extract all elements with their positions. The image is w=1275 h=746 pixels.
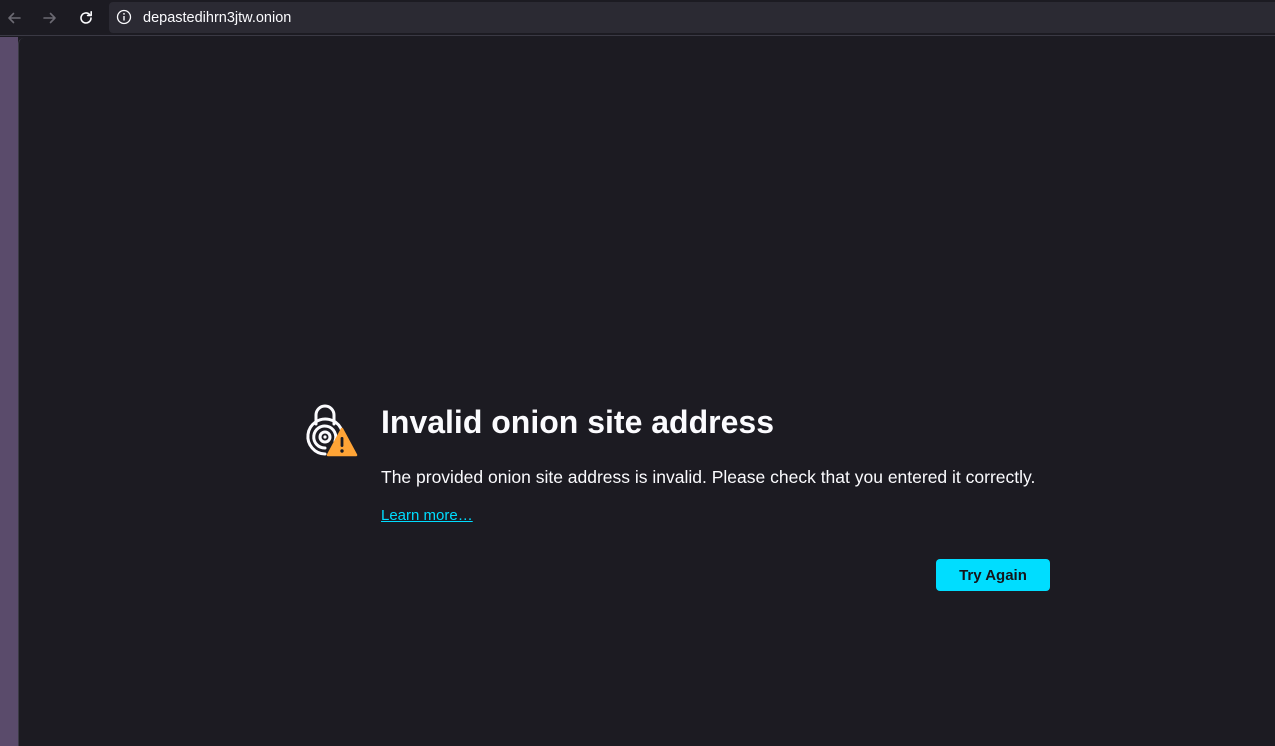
arrow-left-icon	[8, 12, 21, 24]
forward-button[interactable]	[36, 4, 64, 32]
browser-toolbar: depastedihrn3jtw.onion	[0, 0, 1275, 36]
back-button[interactable]	[0, 4, 28, 32]
error-description: The provided onion site address is inval…	[381, 467, 1036, 487]
onion-lock-warning-icon	[306, 404, 358, 457]
reload-icon	[80, 11, 92, 24]
reload-button[interactable]	[72, 4, 100, 32]
url-text[interactable]: depastedihrn3jtw.onion	[143, 10, 291, 26]
page-content	[18, 38, 1275, 746]
sidebar-strip	[0, 37, 18, 746]
try-again-button[interactable]: Try Again	[936, 559, 1050, 591]
info-circle-icon[interactable]	[116, 9, 132, 25]
error-title: Invalid onion site address	[381, 404, 774, 440]
url-bar[interactable]: depastedihrn3jtw.onion	[109, 2, 1275, 33]
learn-more-link[interactable]: Learn more…	[381, 507, 473, 524]
arrow-right-icon	[43, 12, 56, 24]
